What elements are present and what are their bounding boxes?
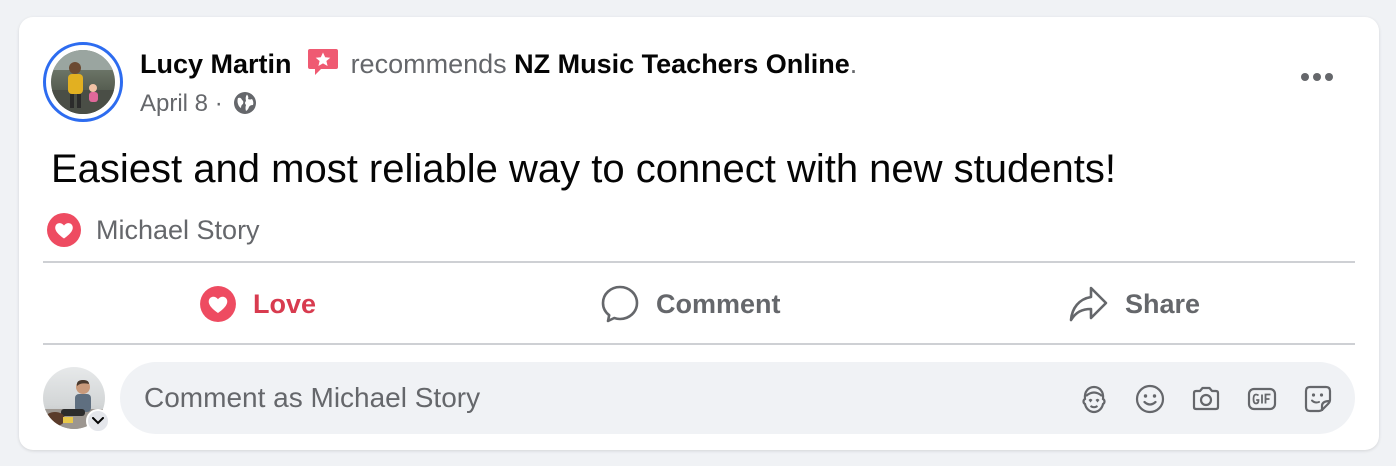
love-reaction-icon	[47, 213, 81, 247]
love-button[interactable]: Love	[199, 282, 316, 326]
camera-icon[interactable]	[1190, 383, 1222, 415]
emoji-icon[interactable]	[1134, 383, 1166, 415]
reaction-names[interactable]: Michael Story	[96, 215, 260, 246]
post-text: Easiest and most reliable way to connect…	[51, 147, 1116, 191]
page-link[interactable]: NZ Music Teachers Online	[514, 49, 850, 79]
love-icon	[200, 286, 236, 322]
recommendation-badge-icon	[299, 49, 351, 79]
share-icon	[1069, 286, 1108, 322]
post-header: Lucy Martin recommends NZ Music Teachers…	[140, 47, 857, 80]
more-options-icon[interactable]	[1297, 62, 1337, 92]
header-period: .	[849, 49, 858, 79]
meta-separator: ·	[214, 90, 223, 117]
post-card: Lucy Martin recommends NZ Music Teachers…	[19, 17, 1379, 450]
sticker-icon[interactable]	[1302, 383, 1334, 415]
divider	[43, 343, 1355, 345]
comment-label: Comment	[656, 288, 781, 319]
gif-icon[interactable]	[1246, 383, 1278, 415]
share-label: Share	[1125, 288, 1201, 319]
post-date[interactable]: April 8	[140, 90, 208, 117]
action-text: recommends	[350, 49, 507, 79]
comment-icon	[601, 285, 639, 323]
avatar-sticker-icon[interactable]	[1078, 383, 1110, 415]
comment-input[interactable]: Comment as Michael Story	[120, 362, 1355, 434]
post-meta: April 8 ·	[140, 89, 257, 119]
comment-placeholder: Comment as Michael Story	[144, 382, 481, 413]
author-name[interactable]: Lucy Martin	[140, 49, 292, 79]
globe-icon[interactable]	[233, 91, 257, 115]
love-label: Love	[253, 288, 317, 319]
share-button[interactable]: Share	[1067, 282, 1200, 326]
comment-button[interactable]: Comment	[600, 282, 781, 326]
reactions-summary[interactable]: Michael Story	[46, 213, 260, 247]
chevron-down-icon[interactable]	[86, 409, 110, 433]
divider	[43, 261, 1355, 263]
author-avatar[interactable]	[43, 42, 123, 122]
